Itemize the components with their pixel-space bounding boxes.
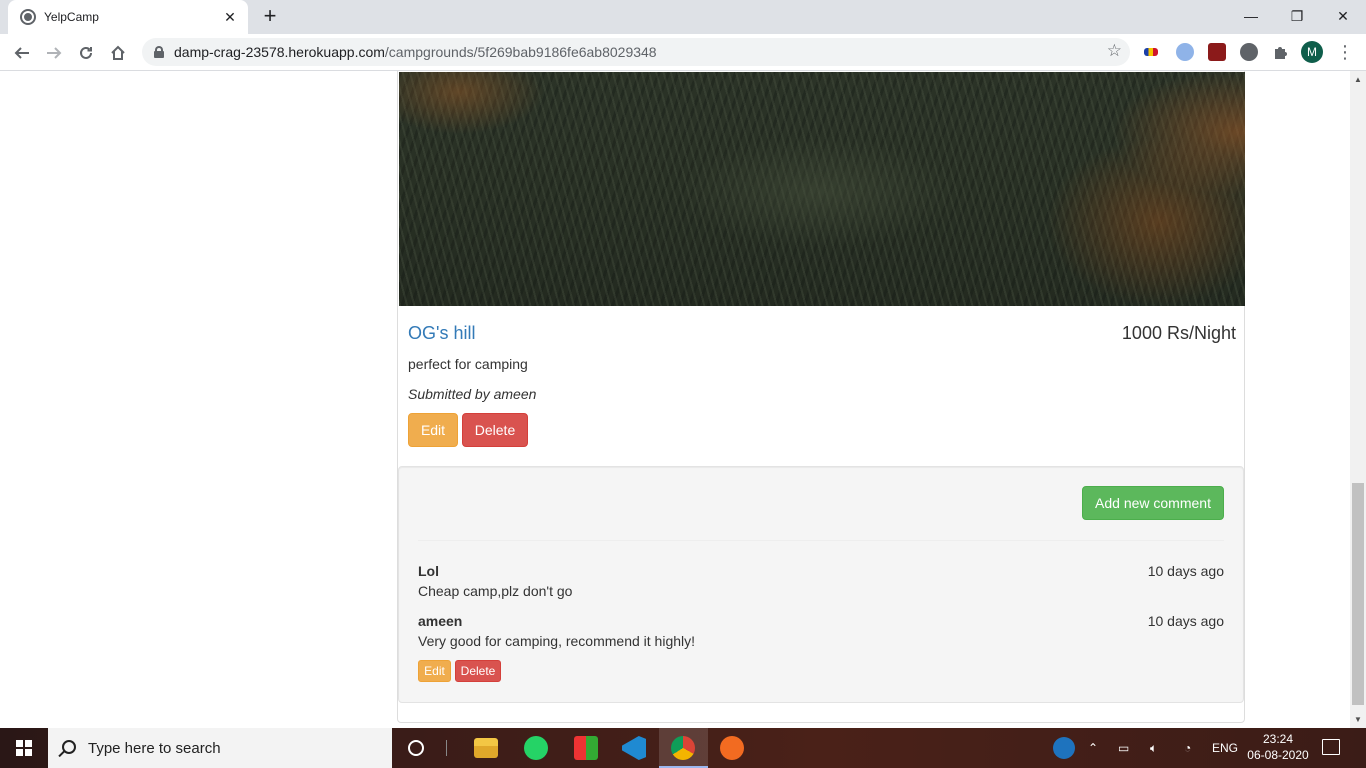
lock-icon (154, 46, 164, 58)
campground-price: 1000 Rs/Night (1121, 323, 1236, 343)
delete-comment-button[interactable]: Delete (455, 660, 501, 682)
back-arrow-icon[interactable] (8, 39, 36, 67)
pdf-extension-icon[interactable] (1208, 43, 1226, 61)
profile-avatar[interactable]: M (1301, 41, 1323, 63)
browser-tab-strip: YelpCamp ✕ + — ❐ ✕ (0, 0, 1366, 34)
taskbar-search-placeholder: Type here to search (88, 739, 221, 757)
comment-text: Very good for camping, recommend it high… (418, 633, 696, 649)
battery-icon[interactable]: ▭ (1118, 728, 1129, 768)
home-icon[interactable] (104, 39, 132, 67)
extension-o-icon[interactable] (1176, 43, 1194, 61)
campground-image (399, 72, 1245, 306)
wifi-icon[interactable]: ◔ (1184, 728, 1191, 768)
scroll-thumb[interactable] (1352, 483, 1364, 705)
campground-author: Submitted by ameen (408, 386, 537, 402)
comments-well: Add new comment Lol 10 days ago Cheap ca… (398, 466, 1244, 703)
cortana-icon[interactable] (408, 740, 424, 756)
edit-campground-button[interactable]: Edit (408, 413, 458, 447)
vscode-icon[interactable] (622, 736, 646, 760)
windows-taskbar: Type here to search ⌃ ▭ 🔈︎ ◔ ENG 23:24 0… (0, 728, 1366, 768)
app-tiles-icon[interactable] (574, 736, 598, 760)
chrome-icon[interactable] (671, 736, 695, 760)
tab-close-icon[interactable]: ✕ (222, 9, 238, 26)
restore-button[interactable]: ❐ (1274, 0, 1320, 32)
browser-tab[interactable]: YelpCamp ✕ (8, 0, 248, 34)
windows-logo-icon (16, 740, 32, 756)
file-explorer-icon[interactable] (474, 738, 498, 758)
forward-arrow-icon[interactable] (40, 39, 68, 67)
scroll-down-arrow-icon[interactable]: ▼ (1354, 715, 1362, 724)
language-indicator[interactable]: ENG (1212, 728, 1238, 768)
puzzle-icon[interactable] (1272, 43, 1290, 61)
search-icon (62, 740, 76, 754)
comments-divider (418, 540, 1224, 541)
volume-icon[interactable]: 🔈︎ (1150, 728, 1157, 768)
postman-icon[interactable] (720, 736, 744, 760)
url-path: /campgrounds/5f269bab9186fe6ab8029348 (384, 44, 657, 60)
browser-toolbar: damp-crag-23578.herokuapp.com/campground… (0, 34, 1366, 71)
taskbar-search-box[interactable]: Type here to search (48, 728, 392, 768)
url-host: damp-crag-23578.herokuapp.com (174, 44, 385, 60)
clock-time: 23:24 (1262, 732, 1294, 746)
new-tab-button[interactable]: + (258, 5, 282, 29)
task-view-divider (446, 740, 447, 756)
page-scrollbar[interactable]: ▲ ▼ (1350, 71, 1366, 728)
whatsapp-icon[interactable] (524, 736, 548, 760)
tray-chevron-icon[interactable]: ⌃ (1088, 728, 1098, 768)
clock-date: 06-08-2020 (1247, 748, 1309, 762)
edit-comment-button[interactable]: Edit (418, 660, 451, 682)
close-window-button[interactable]: ✕ (1320, 0, 1366, 32)
globe-icon (20, 9, 36, 25)
page-viewport: OG's hill 1000 Rs/Night perfect for camp… (0, 71, 1350, 728)
comment-time: 10 days ago (1147, 613, 1224, 629)
address-bar[interactable]: damp-crag-23578.herokuapp.com/campground… (142, 38, 1130, 66)
add-comment-button[interactable]: Add new comment (1082, 486, 1224, 520)
tab-title: YelpCamp (44, 10, 99, 24)
taskbar-clock[interactable]: 23:24 06-08-2020 (1246, 731, 1310, 763)
notification-icon[interactable] (1322, 739, 1340, 755)
scroll-up-arrow-icon[interactable]: ▲ (1354, 75, 1362, 84)
comment-author: Lol (418, 563, 439, 579)
menu-kebab-icon[interactable]: ⋮ (1336, 42, 1354, 63)
comment-author: ameen (418, 613, 463, 629)
extension-circle-icon[interactable] (1240, 43, 1258, 61)
minimize-button[interactable]: — (1228, 0, 1274, 32)
campground-description: perfect for camping (408, 356, 528, 372)
windows-start-button[interactable] (0, 728, 48, 768)
delete-campground-button[interactable]: Delete (462, 413, 528, 447)
comment-time: 10 days ago (1147, 563, 1224, 579)
extension-flag-icon[interactable] (1144, 48, 1158, 56)
help-icon[interactable] (1053, 737, 1075, 759)
comment-text: Cheap camp,plz don't go (418, 583, 573, 599)
campground-name-link[interactable]: OG's hill (408, 323, 475, 344)
reload-icon[interactable] (72, 39, 100, 67)
bookmark-star-icon[interactable]: ☆ (1107, 41, 1122, 61)
